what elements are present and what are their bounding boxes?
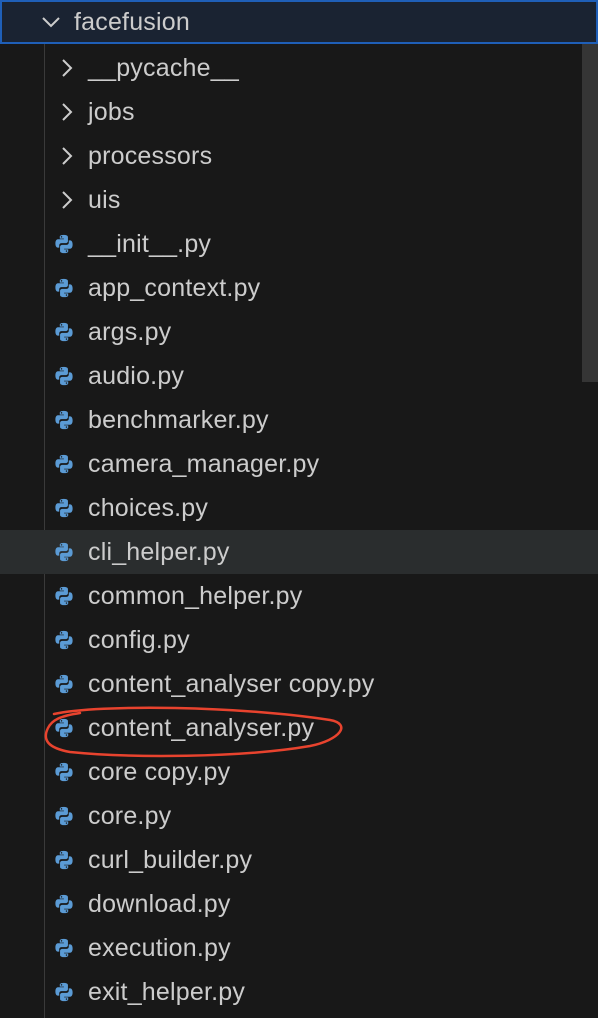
python-icon	[52, 628, 76, 652]
folder-pycache[interactable]: __pycache__	[0, 46, 598, 90]
folder-label: __pycache__	[88, 53, 239, 82]
file-init[interactable]: __init__.py	[0, 222, 598, 266]
file-core[interactable]: core.py	[0, 794, 598, 838]
python-icon	[52, 496, 76, 520]
python-icon	[52, 232, 76, 256]
python-icon	[52, 760, 76, 784]
folder-jobs[interactable]: jobs	[0, 90, 598, 134]
file-label: common_helper.py	[88, 581, 303, 610]
file-label: __init__.py	[88, 229, 212, 258]
file-content-analyser-copy[interactable]: content_analyser copy.py	[0, 662, 598, 706]
chevron-right-icon	[56, 145, 78, 167]
folder-label: jobs	[88, 97, 135, 126]
python-icon	[52, 980, 76, 1004]
file-label: benchmarker.py	[88, 405, 269, 434]
file-execution[interactable]: execution.py	[0, 926, 598, 970]
file-camera-manager[interactable]: camera_manager.py	[0, 442, 598, 486]
file-explorer: facefusion __pycache__ jobs processors u…	[0, 0, 598, 1018]
python-icon	[52, 848, 76, 872]
folder-uis[interactable]: uis	[0, 178, 598, 222]
file-content-analyser[interactable]: content_analyser.py	[0, 706, 598, 750]
python-icon	[52, 276, 76, 300]
python-icon	[52, 672, 76, 696]
folder-processors[interactable]: processors	[0, 134, 598, 178]
file-label: choices.py	[88, 493, 209, 522]
folder-label: processors	[88, 141, 213, 170]
file-label: audio.py	[88, 361, 185, 390]
file-curl-builder[interactable]: curl_builder.py	[0, 838, 598, 882]
python-icon	[52, 892, 76, 916]
folder-label: facefusion	[74, 7, 190, 36]
python-icon	[52, 716, 76, 740]
folder-facefusion[interactable]: facefusion	[0, 0, 598, 44]
chevron-right-icon	[56, 101, 78, 123]
file-label: core copy.py	[88, 757, 231, 786]
file-label: content_analyser.py	[88, 713, 315, 742]
chevron-right-icon	[56, 189, 78, 211]
chevron-right-icon	[56, 57, 78, 79]
file-benchmarker[interactable]: benchmarker.py	[0, 398, 598, 442]
python-icon	[52, 584, 76, 608]
file-label: cli_helper.py	[88, 537, 230, 566]
scrollbar-thumb[interactable]	[582, 44, 598, 382]
file-label: exit_helper.py	[88, 977, 246, 1006]
file-label: core.py	[88, 801, 172, 830]
file-audio[interactable]: audio.py	[0, 354, 598, 398]
file-choices[interactable]: choices.py	[0, 486, 598, 530]
file-label: args.py	[88, 317, 172, 346]
file-label: app_context.py	[88, 273, 261, 302]
python-icon	[52, 408, 76, 432]
scrollbar[interactable]	[582, 0, 598, 1018]
file-core-copy[interactable]: core copy.py	[0, 750, 598, 794]
file-label: curl_builder.py	[88, 845, 253, 874]
file-label: download.py	[88, 889, 231, 918]
file-label: content_analyser copy.py	[88, 669, 375, 698]
file-config[interactable]: config.py	[0, 618, 598, 662]
python-icon	[52, 804, 76, 828]
file-label: camera_manager.py	[88, 449, 320, 478]
file-download[interactable]: download.py	[0, 882, 598, 926]
file-args[interactable]: args.py	[0, 310, 598, 354]
python-icon	[52, 320, 76, 344]
file-label: execution.py	[88, 933, 231, 962]
python-icon	[52, 540, 76, 564]
file-label: config.py	[88, 625, 190, 654]
folder-label: uis	[88, 185, 121, 214]
file-app-context[interactable]: app_context.py	[0, 266, 598, 310]
python-icon	[52, 936, 76, 960]
python-icon	[52, 452, 76, 476]
file-common-helper[interactable]: common_helper.py	[0, 574, 598, 618]
file-cli-helper[interactable]: cli_helper.py	[0, 530, 598, 574]
file-exit-helper[interactable]: exit_helper.py	[0, 970, 598, 1014]
chevron-down-icon	[40, 11, 62, 33]
python-icon	[52, 364, 76, 388]
